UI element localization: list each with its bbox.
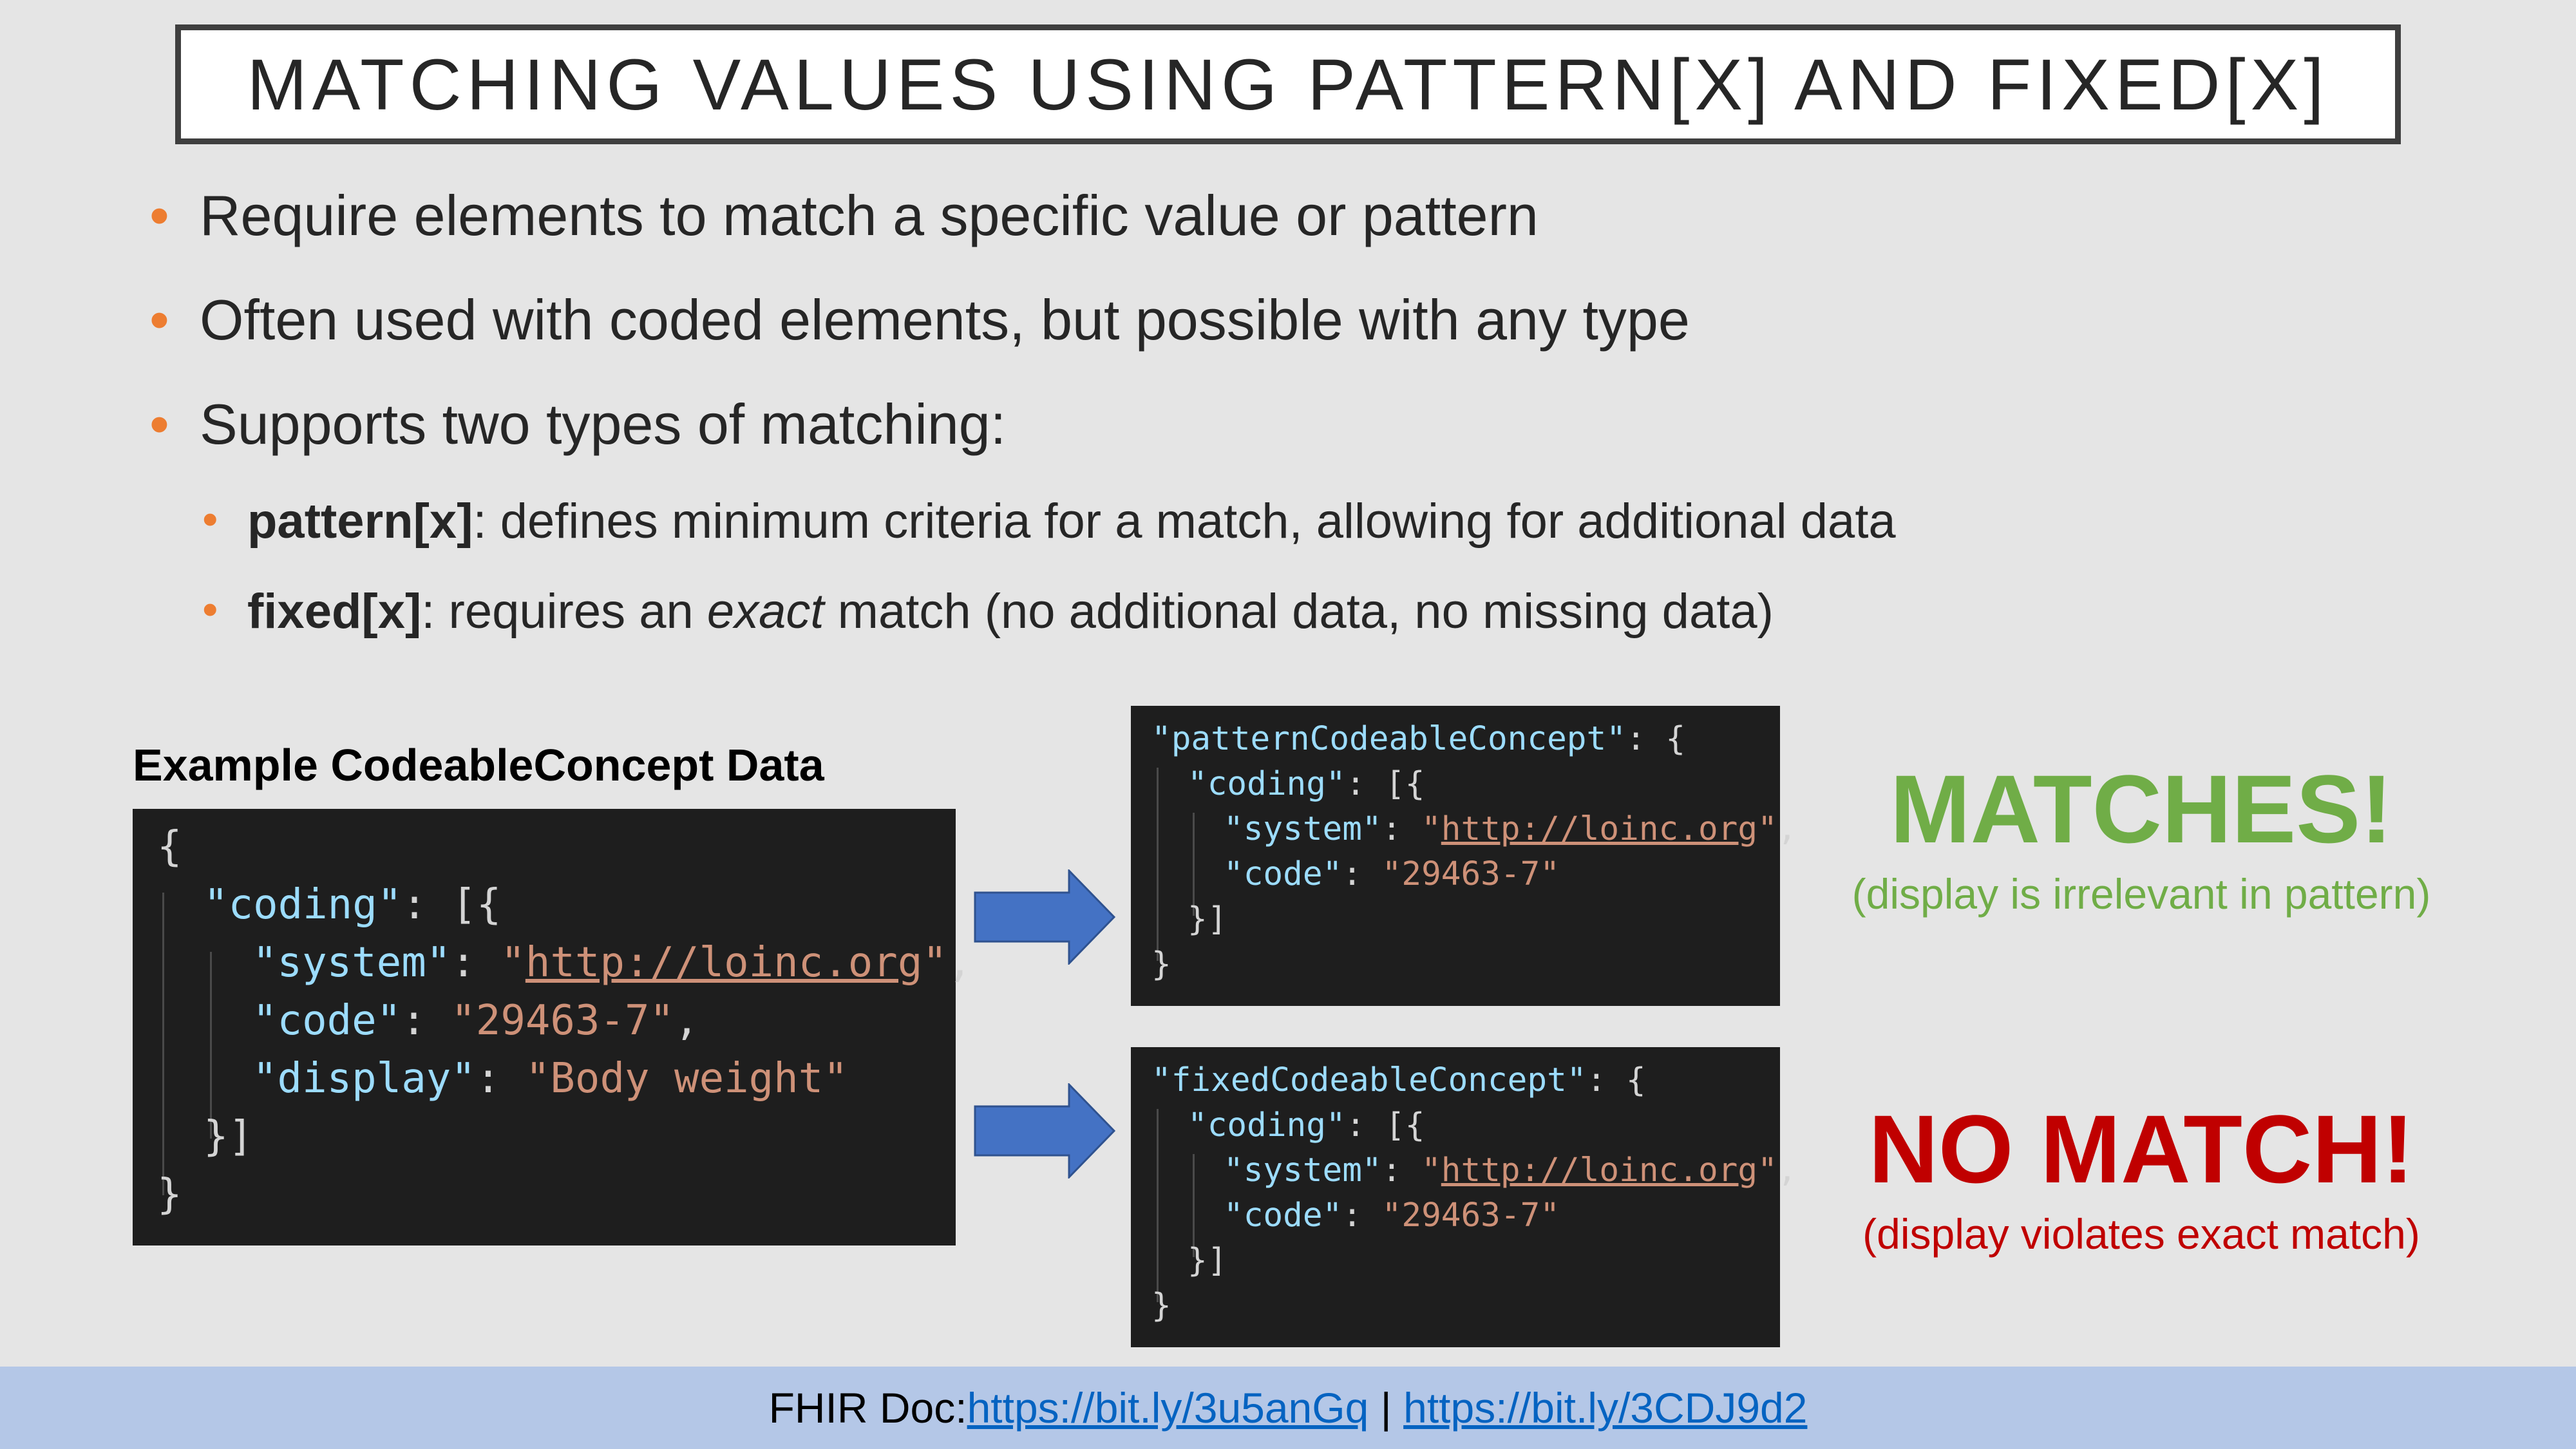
pattern-desc: : defines minimum criteria for a match, …: [473, 494, 1896, 549]
footer-link-2[interactable]: https://bit.ly/3CDJ9d2: [1403, 1383, 1807, 1432]
right-arrow-icon: [974, 1083, 1116, 1179]
bullet-dot-icon: •: [202, 494, 218, 544]
slide-title: MATCHING VALUES USING PATTERN[X] AND FIX…: [175, 24, 2401, 144]
footer-prefix: FHIR Doc:: [768, 1384, 967, 1432]
code-line: }]: [204, 1113, 254, 1160]
match-note: (display is irrelevant in pattern): [1852, 870, 2431, 918]
pattern-term: pattern[x]: [247, 494, 473, 549]
code-line: "code": "29463-7",: [252, 997, 699, 1045]
bullet-text: Supports two types of matching:: [200, 392, 1007, 456]
fixed-code-block: "fixedCodeableConcept": { "coding": [{ "…: [1131, 1047, 1797, 1347]
code-line: {: [157, 823, 182, 871]
nomatch-title: NO MATCH!: [1868, 1095, 2414, 1203]
example-label: Example CodeableConcept Data: [133, 740, 824, 790]
code-line: "system": "http://loinc.org",: [1224, 810, 1797, 848]
footer-bar: FHIR Doc: https://bit.ly/3u5anGq | https…: [0, 1367, 2576, 1449]
fixed-desc-em: exact: [706, 584, 824, 639]
right-arrow-icon: [974, 869, 1116, 965]
fixed-desc-pre: : requires an: [421, 584, 707, 639]
code-line: "coding": [{: [1188, 1106, 1425, 1144]
sub-bullet-text: pattern[x]: defines minimum criteria for…: [247, 493, 1896, 549]
code-line: "system": "http://loinc.org",: [1224, 1151, 1797, 1189]
code-url: http://loinc.org: [1441, 810, 1758, 848]
bullet-text: Require elements to match a specific val…: [200, 184, 1539, 247]
bullet-dot-icon: •: [149, 288, 169, 352]
nomatch-note: (display violates exact match): [1862, 1210, 2420, 1258]
code-line: "system": "http://loinc.org",: [252, 939, 972, 987]
code-line: "coding": [{: [204, 881, 502, 929]
pattern-code-block: "patternCodeableConcept": { "coding": [{…: [1131, 706, 1797, 1006]
sub-bullet-text: fixed[x]: requires an exact match (no ad…: [247, 583, 1774, 639]
bullet-dot-icon: •: [149, 184, 169, 247]
code-line: "fixedCodeableConcept": {: [1151, 1061, 1646, 1099]
match-title: MATCHES!: [1889, 755, 2393, 863]
code-line: }: [1151, 945, 1171, 983]
footer-link-1[interactable]: https://bit.ly/3u5anGq: [967, 1383, 1369, 1432]
slide-title-text: MATCHING VALUES USING PATTERN[X] AND FIX…: [247, 44, 2329, 125]
example-code-block: { "coding": [{ "system": "http://loinc.o…: [133, 809, 972, 1245]
bullet-dot-icon: •: [202, 584, 218, 634]
code-line: "code": "29463-7": [1224, 855, 1560, 893]
code-url: http://loinc.org: [1441, 1151, 1758, 1189]
code-line: "display": "Body weight": [252, 1055, 848, 1103]
indent-guide: [1157, 768, 1159, 961]
bullet-dot-icon: •: [149, 392, 169, 456]
fixed-term: fixed[x]: [247, 584, 422, 639]
code-line: "coding": [{: [1188, 765, 1425, 803]
code-line: "patternCodeableConcept": {: [1151, 720, 1686, 758]
indent-guide: [162, 893, 164, 1195]
indent-guide: [1157, 1109, 1159, 1302]
indent-guide: [210, 952, 212, 1139]
code-line: }: [157, 1171, 182, 1218]
bullet-text: Often used with coded elements, but poss…: [200, 288, 1690, 352]
code-line: }]: [1188, 900, 1227, 938]
footer-separator: |: [1368, 1384, 1404, 1432]
code-url: http://loinc.org: [525, 939, 923, 987]
code-line: }]: [1188, 1242, 1227, 1280]
code-line: }: [1151, 1287, 1171, 1325]
code-line: "code": "29463-7": [1224, 1197, 1560, 1235]
fixed-desc-post: match (no additional data, no missing da…: [824, 584, 1774, 639]
